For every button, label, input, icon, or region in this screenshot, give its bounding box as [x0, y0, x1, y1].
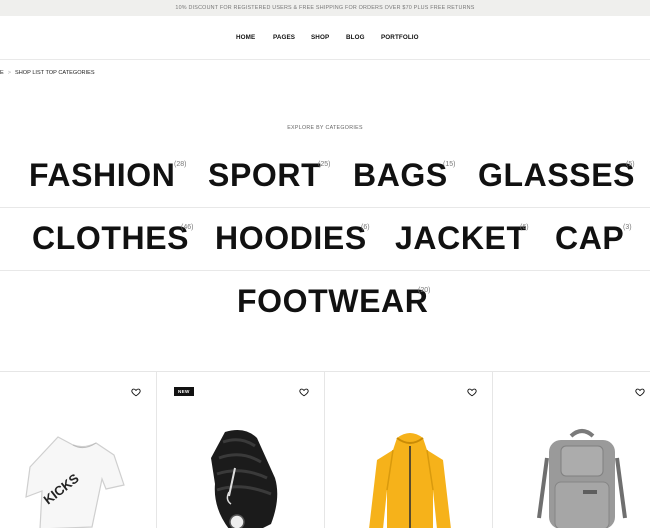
- category-count: (6): [520, 224, 529, 231]
- product-grid: KICKS NEW: [0, 371, 650, 528]
- category-name: SPORT: [208, 157, 322, 193]
- tshirt-image: KICKS: [25, 436, 125, 528]
- announcement-text: 10% discount for registered users & free…: [175, 5, 475, 11]
- nav-item-blog[interactable]: BLOG: [346, 34, 365, 41]
- main-nav: HOME PAGES SHOP BLOG PORTFOLIO: [0, 16, 650, 60]
- category-name: GLASSES: [478, 157, 636, 193]
- category-clothes[interactable]: CLOTHES (46): [32, 220, 193, 256]
- product-card[interactable]: NEW: [157, 372, 325, 528]
- category-count: (28): [174, 161, 187, 168]
- nav-item-portfolio[interactable]: PORTFOLIO: [381, 34, 419, 41]
- breadcrumb-current: SHOP LIST TOP CATEGORIES: [15, 70, 95, 76]
- product-card[interactable]: [493, 372, 650, 528]
- category-glasses[interactable]: GLASSES (5): [478, 159, 635, 191]
- category-name: FOOTWEAR: [237, 283, 429, 319]
- wishlist-heart-icon[interactable]: [131, 387, 141, 397]
- category-count: (6): [361, 224, 370, 231]
- announcement-bar: 10% discount for registered users & free…: [0, 0, 650, 16]
- category-name: CLOTHES: [32, 220, 190, 256]
- breadcrumb-separator: >: [7, 70, 12, 76]
- category-count: (3): [623, 224, 632, 231]
- nav-item-home[interactable]: HOME: [236, 34, 255, 41]
- new-badge: NEW: [174, 387, 194, 396]
- category-name: CAP: [555, 220, 625, 256]
- category-count: (5): [626, 161, 635, 168]
- category-bags[interactable]: BAGS (15): [353, 157, 455, 193]
- category-count: (46): [181, 224, 194, 231]
- category-name: BAGS: [353, 157, 448, 193]
- product-card[interactable]: [325, 372, 493, 528]
- breadcrumb-home[interactable]: E: [0, 70, 4, 76]
- category-footwear[interactable]: FOOTWEAR (20): [237, 283, 431, 319]
- category-count: (15): [443, 161, 456, 168]
- yellow-jacket-image: [369, 433, 451, 528]
- wishlist-heart-icon[interactable]: [467, 387, 477, 397]
- wishlist-heart-icon[interactable]: [635, 387, 645, 397]
- category-count: (25): [318, 161, 331, 168]
- category-count: (20): [418, 287, 431, 294]
- category-row-divider: [0, 207, 650, 208]
- sneaker-image: [211, 430, 278, 528]
- category-fashion[interactable]: FASHION (28): [29, 157, 186, 193]
- category-jacket[interactable]: JACKET (6): [395, 220, 529, 256]
- category-cap[interactable]: CAP (3): [555, 220, 632, 256]
- category-name: FASHION: [29, 157, 176, 193]
- category-name: HOODIES: [215, 220, 367, 256]
- category-sport[interactable]: SPORT (25): [208, 157, 330, 193]
- product-card[interactable]: KICKS: [0, 372, 157, 528]
- category-hoodies[interactable]: HOODIES (6): [215, 220, 370, 256]
- wishlist-heart-icon[interactable]: [299, 387, 309, 397]
- nav-item-pages[interactable]: PAGES: [273, 34, 295, 41]
- category-row-divider: [0, 270, 650, 271]
- nav-item-shop[interactable]: SHOP: [311, 34, 329, 41]
- breadcrumb: E > SHOP LIST TOP CATEGORIES: [0, 70, 95, 76]
- backpack-image: [537, 429, 627, 528]
- category-name: JACKET: [395, 220, 527, 256]
- explore-label: EXPLORE BY CATEGORIES: [287, 125, 363, 131]
